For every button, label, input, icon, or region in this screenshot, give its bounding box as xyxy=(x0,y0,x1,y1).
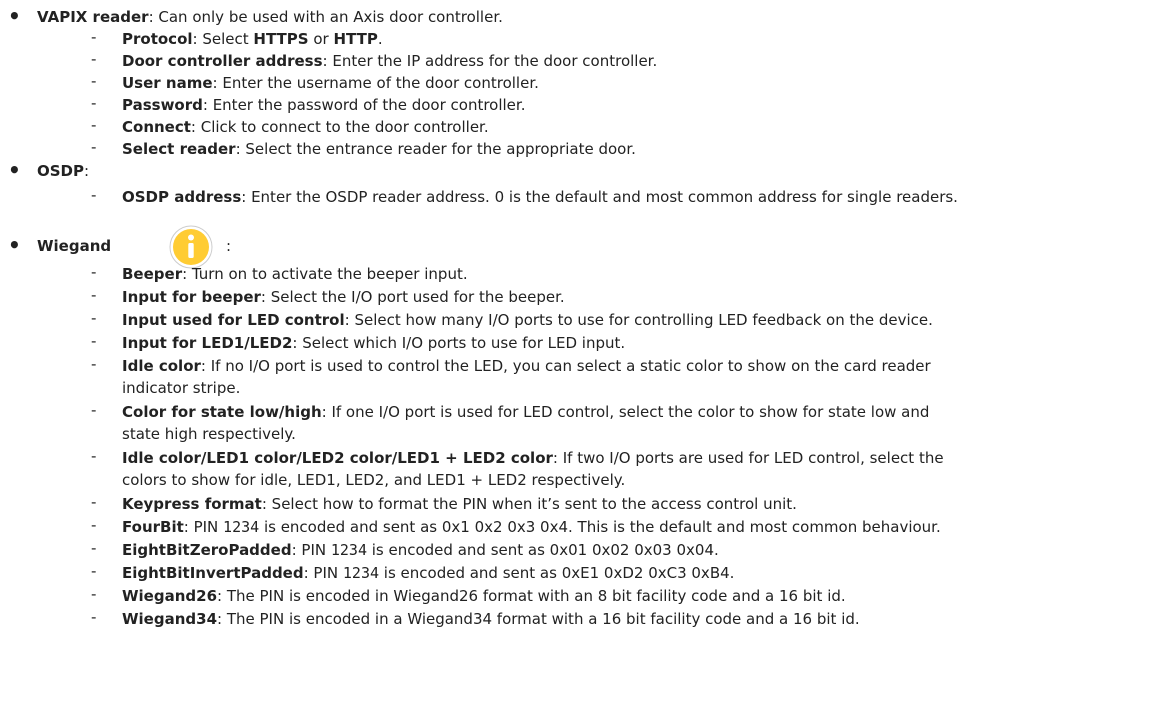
vapix-heading: VAPIX reader: Can only be used with an A… xyxy=(37,8,503,26)
dash: - xyxy=(91,94,97,112)
dash: - xyxy=(91,355,97,373)
list-item: Color for state low/high: If one I/O por… xyxy=(122,403,930,421)
list-item: Input for beeper: Select the I/O port us… xyxy=(122,288,565,306)
dash: - xyxy=(91,186,97,204)
list-item: Beeper: Turn on to activate the beeper i… xyxy=(122,265,468,283)
list-item: Wiegand34: The PIN is encoded in a Wiega… xyxy=(122,610,860,628)
dash: - xyxy=(91,286,97,304)
dash: - xyxy=(91,263,97,281)
list-item-continuation: colors to show for idle, LED1, LED2, and… xyxy=(122,471,626,489)
bullet: • xyxy=(8,4,21,28)
dash: - xyxy=(91,401,97,419)
wiegand-colon: : xyxy=(226,237,232,255)
list-item: Input used for LED control: Select how m… xyxy=(122,311,933,329)
dash: - xyxy=(91,309,97,327)
list-item: Door controller address: Enter the IP ad… xyxy=(122,52,658,70)
list-item: Idle color/LED1 color/LED2 color/LED1 + … xyxy=(122,449,944,467)
bullet: • xyxy=(8,233,21,257)
list-item: OSDP address: Enter the OSDP reader addr… xyxy=(122,188,958,206)
list-item: Wiegand26: The PIN is encoded in Wiegand… xyxy=(122,587,846,605)
dash: - xyxy=(91,585,97,603)
list-item: Connect: Click to connect to the door co… xyxy=(122,118,489,136)
dash: - xyxy=(91,50,97,68)
dash: - xyxy=(91,138,97,156)
osdp-heading: OSDP: xyxy=(37,162,90,180)
dash: - xyxy=(91,493,97,511)
dash: - xyxy=(91,28,97,46)
list-item: Keypress format: Select how to format th… xyxy=(122,495,797,513)
dash: - xyxy=(91,608,97,626)
list-item-continuation: state high respectively. xyxy=(122,425,296,443)
list-item-continuation: indicator stripe. xyxy=(122,379,241,397)
list-item: Idle color: If no I/O port is used to co… xyxy=(122,357,931,375)
list-item: Select reader: Select the entrance reade… xyxy=(122,140,636,158)
list-item: Input for LED1/LED2: Select which I/O po… xyxy=(122,334,626,352)
list-item: FourBit: PIN 1234 is encoded and sent as… xyxy=(122,518,941,536)
dash: - xyxy=(91,539,97,557)
dash: - xyxy=(91,447,97,465)
dash: - xyxy=(91,72,97,90)
wiegand-heading: Wiegand xyxy=(37,237,112,255)
bullet: • xyxy=(8,158,21,182)
dash: - xyxy=(91,116,97,134)
list-item: Password: Enter the password of the door… xyxy=(122,96,526,114)
list-item: EightBitZeroPadded: PIN 1234 is encoded … xyxy=(122,541,719,559)
dash: - xyxy=(91,332,97,350)
list-item: User name: Enter the username of the doo… xyxy=(122,74,539,92)
dash: - xyxy=(91,562,97,580)
dash: - xyxy=(91,516,97,534)
list-item: EightBitInvertPadded: PIN 1234 is encode… xyxy=(122,564,735,582)
list-item: Protocol: Select HTTPS or HTTP. xyxy=(122,30,383,48)
